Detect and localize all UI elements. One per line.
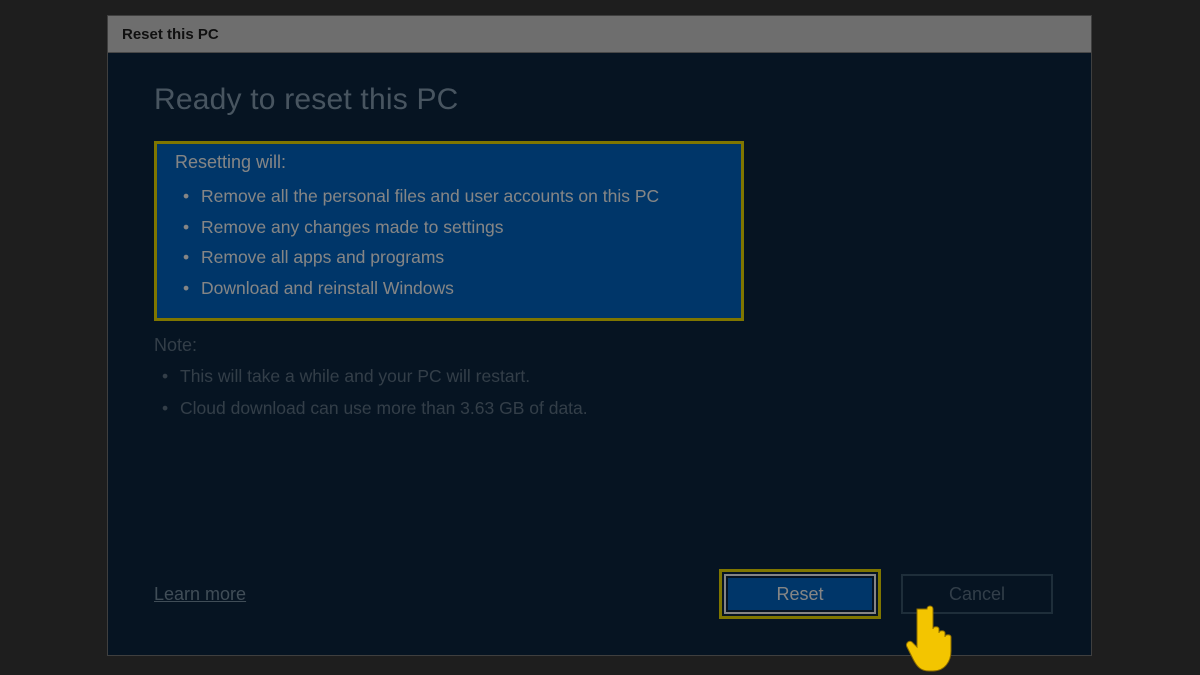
reset-button[interactable]: Reset	[724, 574, 876, 614]
reset-summary-title: Resetting will:	[175, 152, 723, 173]
cancel-button[interactable]: Cancel	[901, 574, 1053, 614]
reset-summary-item: Download and reinstall Windows	[175, 273, 723, 304]
reset-pc-dialog: Reset this PC Ready to reset this PC Res…	[107, 15, 1092, 656]
reset-button-highlight: Reset	[719, 569, 881, 619]
reset-summary-highlight: Resetting will: Remove all the personal …	[154, 141, 744, 321]
note-item: This will take a while and your PC will …	[154, 360, 1045, 392]
reset-summary-item: Remove any changes made to settings	[175, 212, 723, 243]
learn-more-link[interactable]: Learn more	[154, 584, 246, 605]
dialog-footer: Learn more Reset Cancel	[154, 569, 1053, 619]
note-block: Note: This will take a while and your PC…	[154, 335, 1045, 425]
dialog-title: Reset this PC	[122, 26, 219, 43]
note-title: Note:	[154, 335, 1045, 356]
page-heading: Ready to reset this PC	[154, 83, 1045, 117]
dialog-titlebar: Reset this PC	[108, 16, 1091, 53]
note-item: Cloud download can use more than 3.63 GB…	[154, 392, 1045, 424]
reset-summary-list: Remove all the personal files and user a…	[175, 181, 723, 304]
reset-summary-item: Remove all apps and programs	[175, 242, 723, 273]
dialog-body: Ready to reset this PC Resetting will: R…	[108, 53, 1091, 424]
note-list: This will take a while and your PC will …	[154, 360, 1045, 425]
reset-summary-item: Remove all the personal files and user a…	[175, 181, 723, 212]
